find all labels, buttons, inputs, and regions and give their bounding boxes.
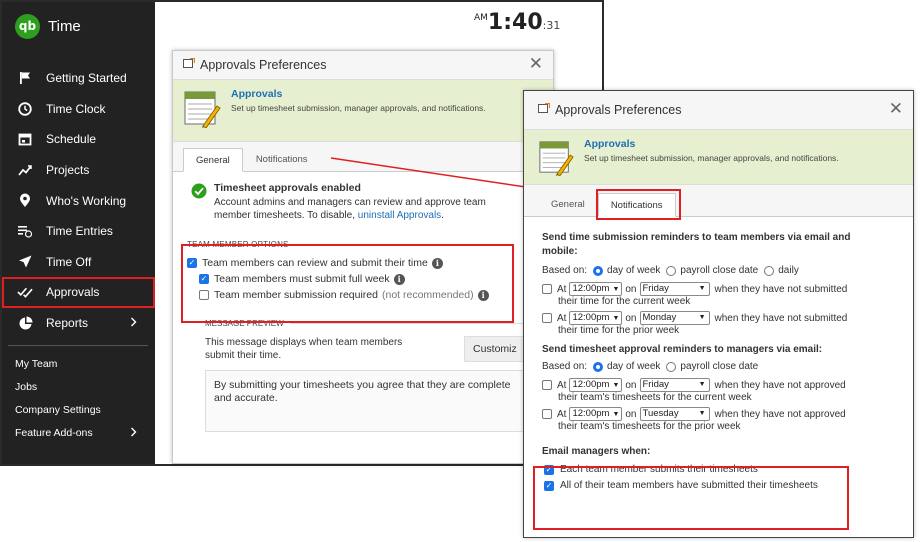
- dialog-title: Approvals Preferences: [555, 103, 682, 117]
- tab-general[interactable]: General: [538, 192, 598, 216]
- reminder-row: At 12:00pm ▼ on Friday ▼ when they have no…: [542, 282, 895, 307]
- reminder-text: when they have not submitted: [714, 312, 848, 324]
- banner-title: Approvals: [584, 138, 636, 150]
- radio-unselected[interactable]: [666, 265, 677, 276]
- time-select[interactable]: 12:00pm ▼: [569, 378, 623, 392]
- at-label: At: [557, 312, 567, 324]
- select-value: 12:00pm: [572, 283, 610, 294]
- reminder-text: when they have not submitted: [714, 283, 848, 295]
- reminder-row: At 12:00pm ▼ on Monday ▼ when they have no…: [542, 311, 895, 336]
- reminder-text-2: their time for the prior week: [558, 325, 680, 336]
- radio-label: daily: [778, 265, 799, 276]
- checkbox-unchecked[interactable]: [542, 409, 552, 419]
- day-select[interactable]: Friday ▼: [639, 378, 710, 392]
- day-select[interactable]: Monday ▼: [639, 311, 710, 325]
- day-select[interactable]: Tuesday ▼: [639, 407, 710, 421]
- chevron-down-icon: ▼: [698, 285, 706, 292]
- time-select[interactable]: 12:00pm ▼: [569, 282, 623, 296]
- radio-label: payroll close date: [680, 361, 759, 372]
- on-label: on: [625, 312, 637, 324]
- select-value: Friday: [642, 379, 669, 390]
- reminder-text-2: their team's timesheets for the prior we…: [558, 421, 741, 432]
- based-on-row-1: Based on: day of week payroll close date…: [542, 265, 895, 276]
- at-label: At: [557, 283, 567, 295]
- reminder-text-2: their team's timesheets for the current …: [558, 392, 752, 403]
- notifications-tab-highlight: [596, 189, 681, 220]
- radio-unselected[interactable]: [666, 361, 677, 372]
- based-on-label: Based on:: [542, 265, 588, 276]
- radio-unselected[interactable]: [764, 265, 775, 276]
- radio-selected[interactable]: [593, 265, 604, 276]
- chevron-down-icon: ▼: [612, 411, 620, 418]
- select-value: 12:00pm: [572, 312, 610, 323]
- at-label: At: [557, 408, 567, 420]
- chevron-down-icon: ▼: [698, 314, 706, 321]
- based-on-row-2: Based on: day of week payroll close date: [542, 361, 895, 372]
- calendar-pencil-icon: [538, 138, 574, 181]
- banner-subtitle: Set up timesheet submission, manager app…: [584, 153, 839, 163]
- chevron-down-icon: ▼: [612, 286, 620, 293]
- section1-title: Send time submission reminders to team m…: [542, 232, 851, 257]
- radio-label: day of week: [607, 265, 661, 276]
- checkbox-unchecked[interactable]: [542, 313, 552, 323]
- select-value: 12:00pm: [572, 408, 610, 419]
- reminder-row: At 12:00pm ▼ on Friday ▼ when they have no…: [542, 378, 895, 403]
- email-managers-highlight: [533, 466, 849, 530]
- checkbox-unchecked[interactable]: [542, 380, 552, 390]
- dialog-header: Approvals Preferences ✕: [524, 91, 913, 129]
- on-label: on: [625, 379, 637, 391]
- reminder-text: when they have not approved: [714, 408, 846, 420]
- radio-selected[interactable]: [593, 361, 604, 372]
- email-title: Email managers when:: [542, 446, 651, 457]
- select-value: Tuesday: [642, 408, 679, 419]
- select-value: Friday: [642, 283, 669, 294]
- document-icon: [538, 102, 551, 117]
- chevron-down-icon: ▼: [612, 315, 620, 322]
- day-select[interactable]: Friday ▼: [639, 282, 710, 296]
- on-label: on: [625, 408, 637, 420]
- chevron-down-icon: ▼: [698, 410, 706, 417]
- reminder-text-2: their time for the current week: [558, 296, 691, 307]
- chevron-down-icon: ▼: [612, 382, 620, 389]
- checkbox-unchecked[interactable]: [542, 284, 552, 294]
- dialog-tabs: General Notifications: [524, 185, 913, 217]
- reminder-row: At 12:00pm ▼ on Tuesday ▼ when they have n…: [542, 407, 895, 432]
- section2-title: Send timesheet approval reminders to man…: [542, 344, 823, 355]
- on-label: on: [625, 283, 637, 295]
- time-select[interactable]: 12:00pm ▼: [569, 311, 623, 325]
- time-select[interactable]: 12:00pm ▼: [569, 407, 623, 421]
- approvals-banner: Approvals Set up timesheet submission, m…: [524, 129, 913, 185]
- at-label: At: [557, 379, 567, 391]
- close-icon[interactable]: ✕: [889, 100, 903, 117]
- select-value: 12:00pm: [572, 379, 610, 390]
- radio-label: day of week: [607, 361, 661, 372]
- radio-label: payroll close date: [680, 265, 759, 276]
- chevron-down-icon: ▼: [698, 381, 706, 388]
- based-on-label: Based on:: [542, 361, 588, 372]
- reminder-text: when they have not approved: [714, 379, 846, 391]
- select-value: Monday: [642, 312, 677, 323]
